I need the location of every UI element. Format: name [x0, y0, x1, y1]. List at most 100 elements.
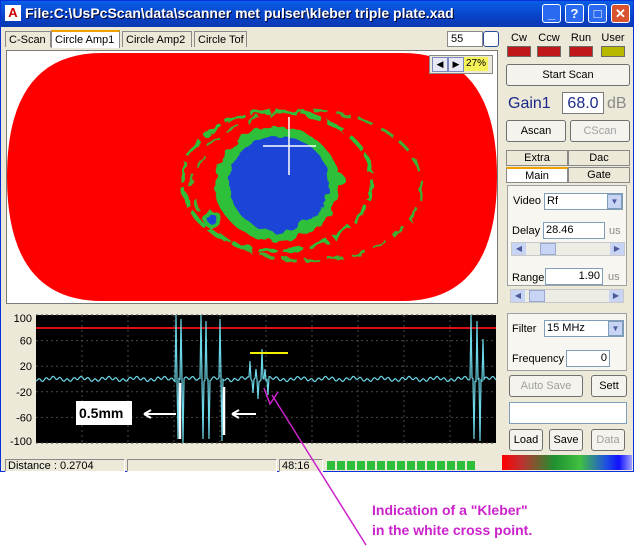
option-checkbox[interactable]	[483, 31, 499, 47]
delay-scrollbar[interactable]: ◀ ▶	[511, 242, 625, 256]
zoom-control: ◀ ▶ 27%	[429, 55, 493, 74]
zoom-out-left-arrow-icon[interactable]: ◀	[432, 57, 448, 72]
cscan-image[interactable]: ◀ ▶ 27%	[6, 50, 498, 304]
tab-main[interactable]: Main	[506, 167, 568, 183]
indicator-led-user	[601, 46, 625, 57]
scroll-left-arrow-icon[interactable]: ◀	[511, 290, 525, 302]
delay-label: Delay	[512, 225, 541, 237]
tab-circle-tof[interactable]: Circle Tof	[194, 31, 247, 47]
control-panel: Cw Ccw Run User Start Scan Gain1 68.0 dB…	[503, 30, 633, 470]
scroll-right-arrow-icon[interactable]: ▶	[609, 290, 623, 302]
video-label: Video	[513, 195, 541, 207]
progress-segment	[467, 461, 475, 470]
indicator-label-ccw: Ccw	[538, 32, 560, 44]
annotation-line-2: in the white cross point.	[372, 522, 533, 538]
progress-segment	[417, 461, 425, 470]
application-window: A File:C:\UsPcScan\data\scanner met puls…	[0, 0, 634, 472]
frequency-input[interactable]: 0	[566, 350, 610, 367]
indicator-label-cw: Cw	[511, 32, 527, 44]
y-tick-label: 60	[20, 336, 32, 348]
distance-readout: Distance : 0.2704	[5, 459, 125, 472]
help-button[interactable]: ?	[565, 4, 584, 23]
tab-circle-amp2[interactable]: Circle Amp2	[122, 31, 192, 47]
gain-label: Gain1	[508, 95, 551, 112]
close-button[interactable]: ✕	[611, 4, 630, 23]
data-button[interactable]: Data	[591, 429, 625, 451]
progress-segment	[457, 461, 465, 470]
zoom-in-right-arrow-icon[interactable]: ▶	[448, 57, 464, 72]
scan-counter: 55	[447, 31, 483, 47]
filter-label: Filter	[512, 323, 537, 335]
status-bar: Distance : 0.2704 48:16	[5, 459, 497, 472]
indicator-label-run: Run	[570, 32, 592, 44]
progress-segment	[387, 461, 395, 470]
tab-dac[interactable]: Dac	[568, 150, 630, 166]
progress-segment	[367, 461, 375, 470]
gain-unit: dB	[607, 95, 627, 112]
y-tick-label: 20	[20, 361, 32, 373]
color-scale-bar	[502, 455, 632, 470]
status-field-empty	[127, 459, 277, 472]
time-readout: 48:16	[279, 459, 323, 472]
progress-segment	[407, 461, 415, 470]
save-button[interactable]: Save	[549, 429, 583, 451]
progress-segment	[347, 461, 355, 470]
video-select-value: Rf	[547, 195, 558, 207]
scroll-left-arrow-icon[interactable]: ◀	[512, 243, 526, 255]
progress-segment	[327, 461, 335, 470]
ascan-svg: 100 60 20 -20 -60 -100 0.5mm	[10, 313, 497, 448]
indicator-led-ccw	[537, 46, 561, 57]
maximize-button[interactable]: □	[588, 4, 607, 23]
progress-segment	[447, 461, 455, 470]
filter-frequency-group: Filter 15 MHz ▼ Frequency 0	[507, 313, 627, 371]
indicator-led-run	[569, 46, 593, 57]
load-button[interactable]: Load	[509, 429, 543, 451]
progress-segment	[397, 461, 405, 470]
progress-segment	[437, 461, 445, 470]
tab-gate[interactable]: Gate	[568, 167, 630, 183]
range-label: Range	[512, 272, 545, 284]
progress-segment	[427, 461, 435, 470]
progress-segment	[377, 461, 385, 470]
zoom-percent: 27%	[464, 57, 488, 71]
gain-value[interactable]: 68.0	[562, 92, 604, 114]
progress-segment	[337, 461, 345, 470]
annotation-text: Indication of a "Kleber" in the white cr…	[372, 500, 532, 540]
range-scrollbar[interactable]: ◀ ▶	[510, 289, 624, 303]
start-scan-button[interactable]: Start Scan	[506, 64, 630, 86]
y-tick-label: -100	[10, 436, 32, 446]
filter-dropdown-arrow-icon[interactable]: ▼	[608, 321, 623, 336]
tab-circle-amp1[interactable]: Circle Amp1	[51, 30, 120, 48]
tab-extra[interactable]: Extra	[506, 150, 568, 166]
range-scrollbar-thumb[interactable]	[529, 290, 545, 302]
y-tick-label: 100	[14, 313, 32, 325]
minimize-button[interactable]: _	[542, 4, 561, 23]
delay-scrollbar-thumb[interactable]	[540, 243, 556, 255]
tab-c-scan[interactable]: C-Scan	[5, 31, 51, 47]
scroll-right-arrow-icon[interactable]: ▶	[610, 243, 624, 255]
settings-button[interactable]: Sett	[591, 375, 627, 397]
delay-unit: us	[609, 225, 621, 237]
cscan-map	[7, 53, 497, 301]
window-title: File:C:\UsPcScan\data\scanner met pulser…	[25, 5, 454, 21]
video-dropdown-arrow-icon[interactable]: ▼	[607, 194, 622, 209]
range-unit: us	[608, 271, 620, 283]
y-tick-label: -60	[16, 412, 32, 424]
cscan-button[interactable]: CScan	[570, 120, 630, 142]
auto-save-button[interactable]: Auto Save	[509, 375, 583, 397]
ascan-plot[interactable]: 100 60 20 -20 -60 -100 0.5mm	[6, 311, 498, 448]
title-bar[interactable]: A File:C:\UsPcScan\data\scanner met puls…	[1, 1, 633, 27]
delay-input[interactable]: 28.46	[543, 222, 605, 239]
ascan-button[interactable]: Ascan	[506, 120, 566, 142]
measure-label: 0.5mm	[79, 405, 123, 421]
progress-segment	[357, 461, 365, 470]
filter-select-value: 15 MHz	[547, 322, 585, 334]
scan-progress-bar	[325, 459, 497, 472]
ascan-y-ticks: 100 60 20 -20 -60 -100	[10, 313, 32, 448]
annotation-line-1: Indication of a "Kleber"	[372, 502, 528, 518]
indicator-label-user: User	[601, 32, 625, 44]
y-tick-label: -20	[16, 387, 32, 399]
app-logo-icon: A	[5, 5, 21, 21]
range-input[interactable]: 1.90	[545, 268, 603, 285]
message-field[interactable]	[509, 402, 627, 424]
